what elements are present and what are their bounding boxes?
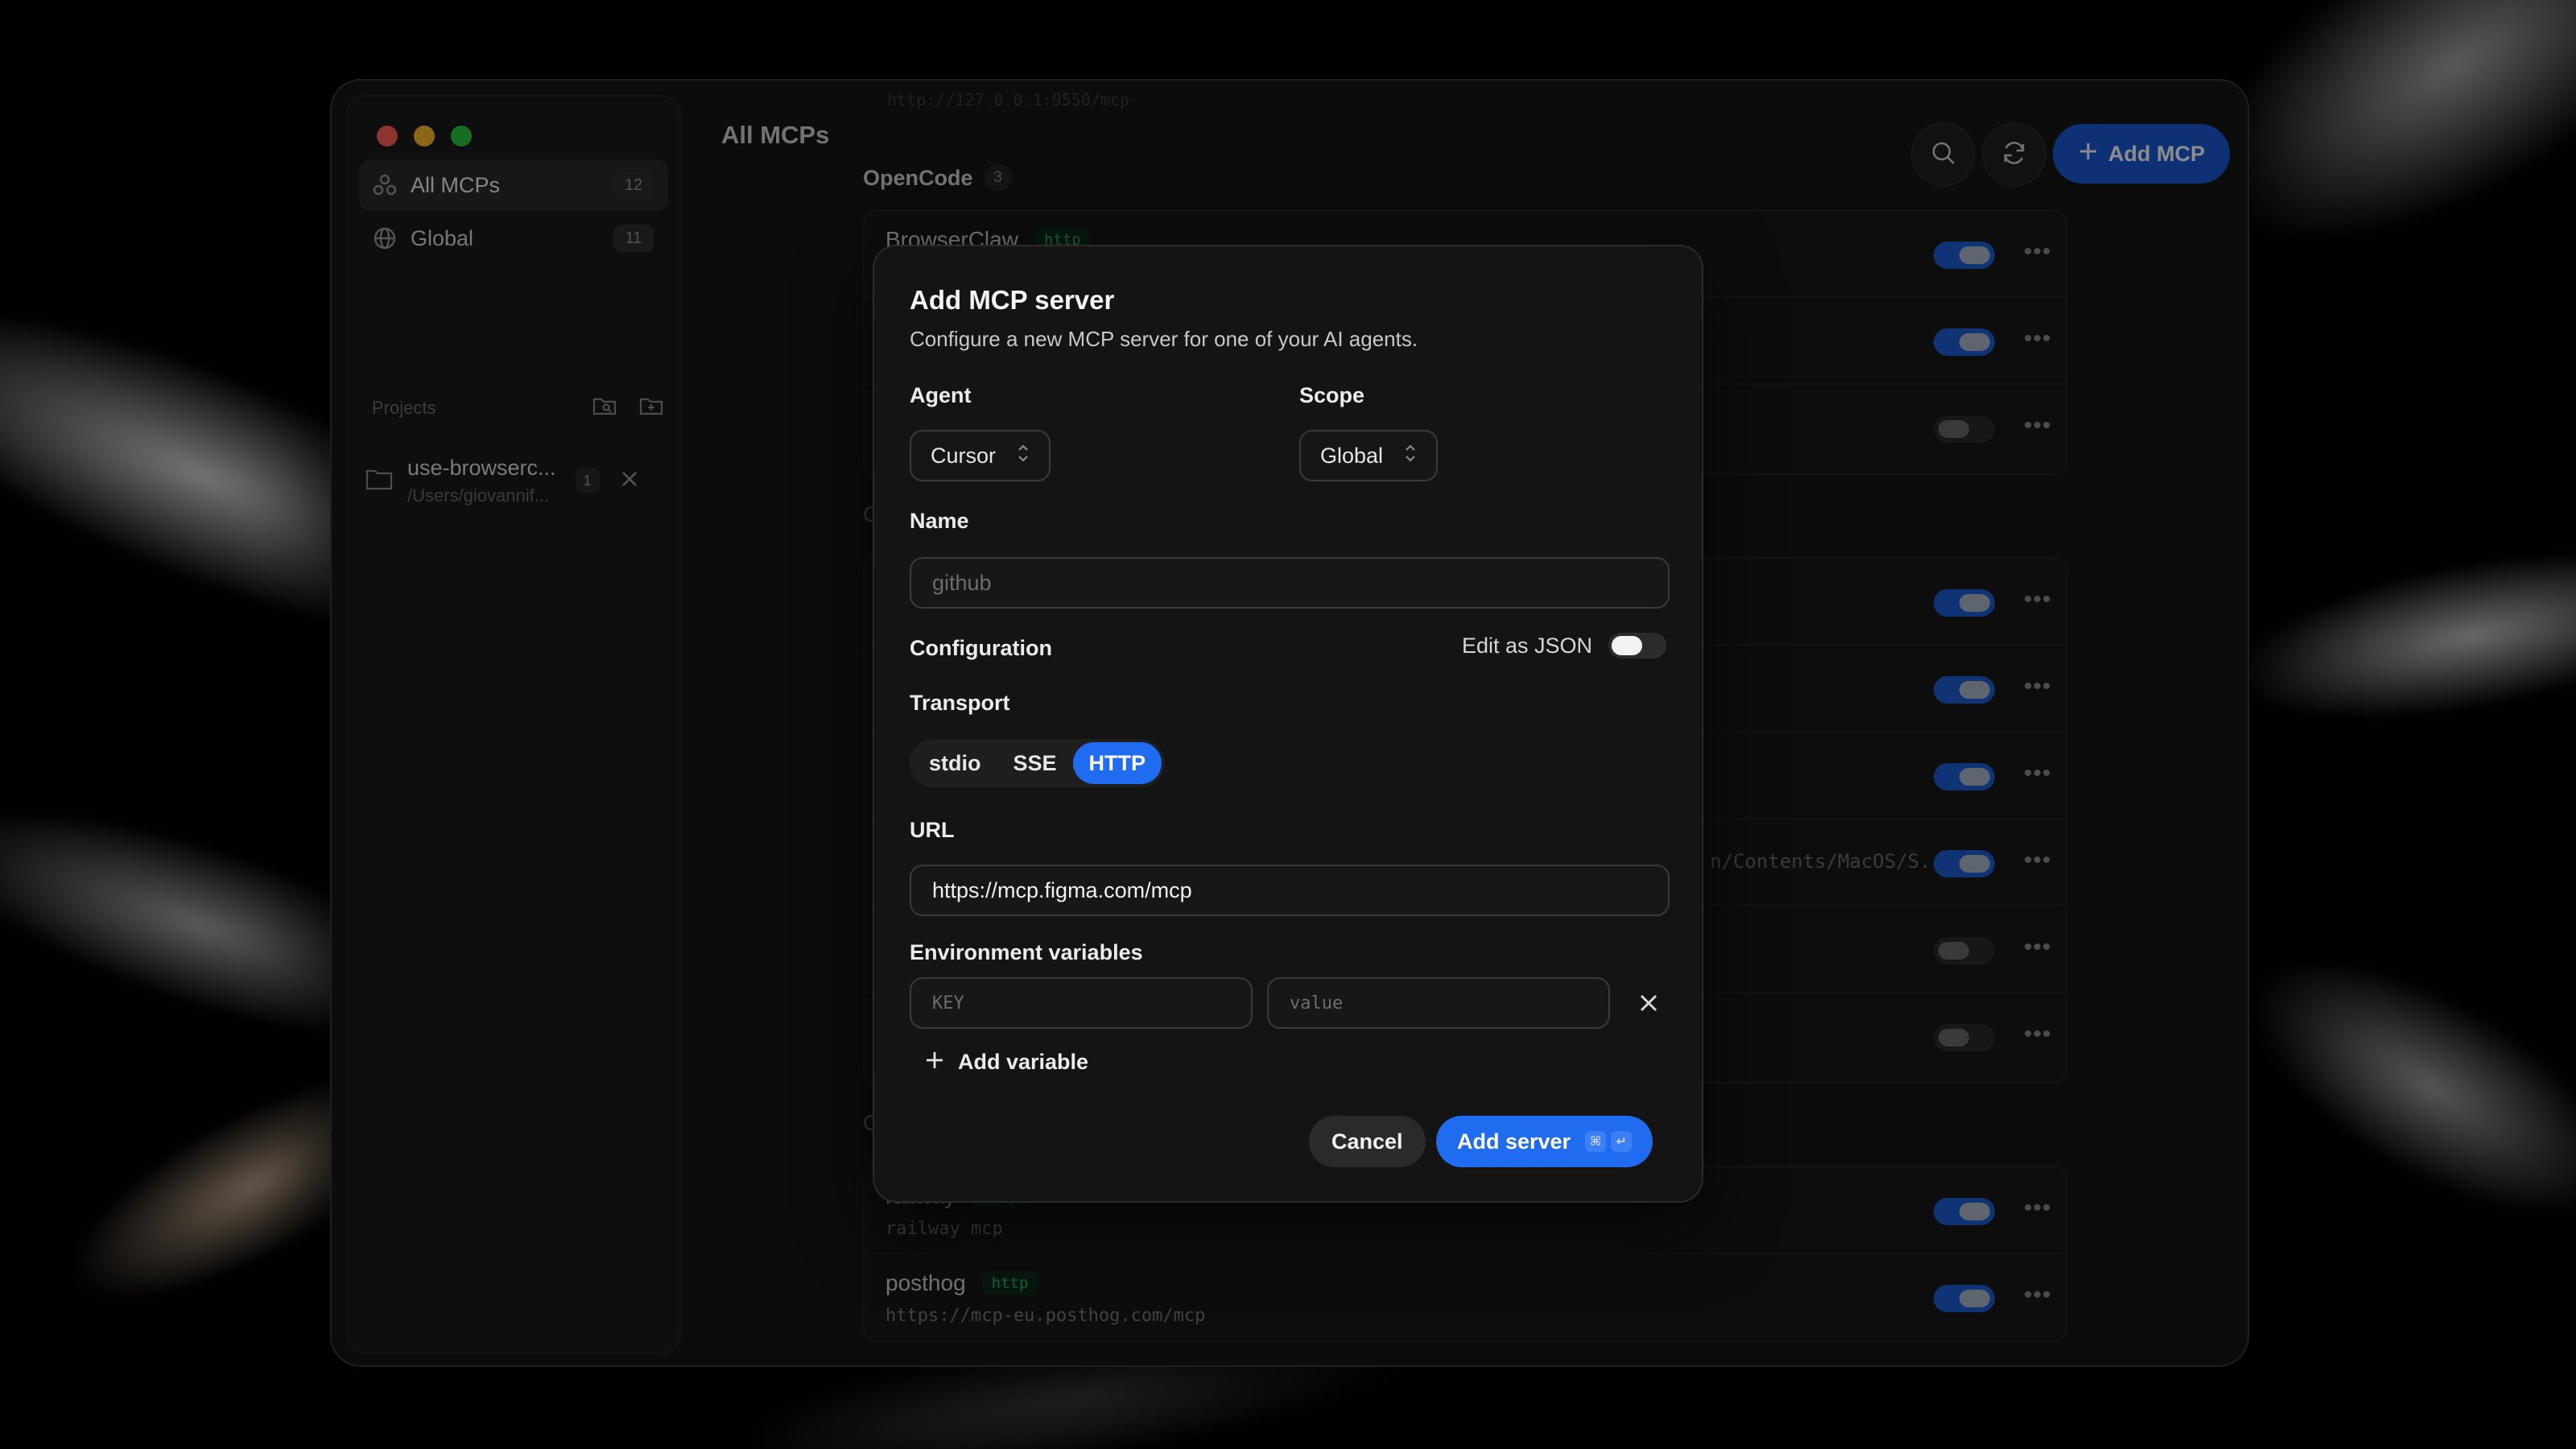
name-input[interactable]: github <box>910 557 1670 609</box>
command-key-icon: ⌘ <box>1585 1131 1607 1152</box>
dialog-description: Configure a new MCP server for one of yo… <box>910 327 1418 351</box>
scope-label: Scope <box>1299 383 1365 407</box>
plus-icon <box>924 1050 945 1075</box>
add-variable-button[interactable]: Add variable <box>924 1050 1088 1075</box>
chevron-up-down-icon <box>1404 443 1417 469</box>
add-variable-label: Add variable <box>958 1050 1089 1074</box>
dialog-title: Add MCP server <box>910 285 1115 315</box>
chevron-up-down-icon <box>1017 443 1030 469</box>
url-label: URL <box>910 818 955 842</box>
transport-option-http[interactable]: HTTP <box>1072 742 1162 784</box>
transport-option-stdio[interactable]: stdio <box>913 742 997 784</box>
configuration-label: Configuration <box>910 636 1052 660</box>
add-mcp-dialog: Add MCP server Configure a new MCP serve… <box>873 245 1703 1203</box>
edit-as-json-toggle[interactable] <box>1608 633 1667 658</box>
cancel-button[interactable]: Cancel <box>1309 1116 1426 1167</box>
keyboard-shortcut: ⌘ ↵ <box>1585 1131 1633 1152</box>
agent-label: Agent <box>910 383 972 407</box>
url-input[interactable]: https://mcp.figma.com/mcp <box>910 865 1670 916</box>
edit-as-json-control: Edit as JSON <box>1462 633 1667 658</box>
name-label: Name <box>910 509 969 533</box>
env-value-input[interactable]: value <box>1267 977 1610 1029</box>
remove-variable-icon[interactable] <box>1637 992 1660 1018</box>
transport-option-sse[interactable]: SSE <box>997 742 1073 784</box>
env-vars-label: Environment variables <box>910 940 1143 964</box>
add-server-label: Add server <box>1457 1129 1571 1154</box>
add-server-button[interactable]: Add server ⌘ ↵ <box>1436 1116 1653 1167</box>
env-key-input[interactable]: KEY <box>910 977 1253 1029</box>
return-key-icon: ↵ <box>1611 1131 1633 1152</box>
scope-value: Global <box>1320 443 1384 468</box>
transport-label: Transport <box>910 691 1010 715</box>
agent-select[interactable]: Cursor <box>910 430 1051 481</box>
scope-select[interactable]: Global <box>1299 430 1439 481</box>
edit-as-json-label: Edit as JSON <box>1462 633 1593 658</box>
agent-value: Cursor <box>931 443 997 468</box>
transport-segmented-control: stdio SSE HTTP <box>910 739 1166 787</box>
